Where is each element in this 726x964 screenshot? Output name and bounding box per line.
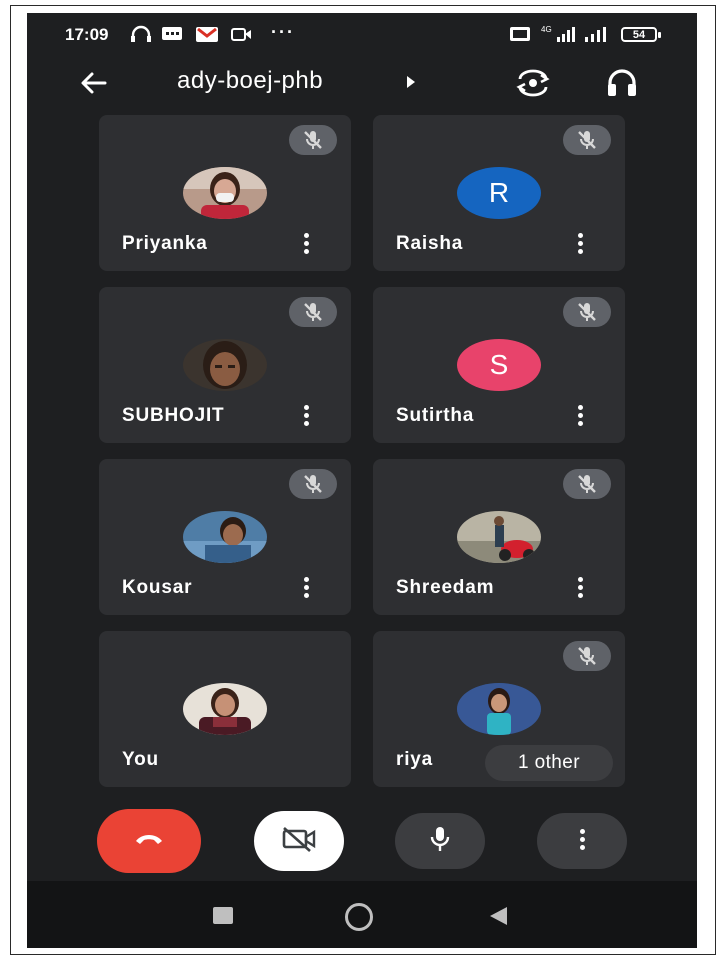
- participant-tile[interactable]: riya 1 other: [373, 631, 625, 787]
- participant-tile[interactable]: R Raisha: [373, 115, 625, 271]
- avatar: [457, 683, 541, 735]
- signal-4g-icon: 4G: [539, 25, 577, 43]
- mic-off-icon: [563, 125, 611, 155]
- status-bar: 17:09 ··· 4G 54: [27, 13, 697, 55]
- status-time: 17:09: [65, 25, 109, 44]
- participant-tile[interactable]: SUBHOJIT: [99, 287, 351, 443]
- more-vert-icon[interactable]: [301, 233, 311, 257]
- switch-camera-icon[interactable]: [515, 65, 551, 101]
- back-arrow-icon[interactable]: [77, 66, 111, 100]
- home-circle-icon[interactable]: [345, 903, 373, 931]
- participant-tile[interactable]: Shreedam: [373, 459, 625, 615]
- phone-screen: 17:09 ··· 4G 54 ady-boej-phb Priyanka R …: [27, 13, 697, 948]
- recents-square-icon[interactable]: [213, 907, 233, 924]
- more-dots: ···: [271, 22, 295, 42]
- avatar-initial: R: [457, 167, 541, 219]
- end-call-button[interactable]: [97, 809, 201, 873]
- participant-tile[interactable]: Priyanka: [99, 115, 351, 271]
- mic-icon: [428, 825, 452, 858]
- mic-off-icon: [563, 469, 611, 499]
- participant-name: You: [122, 749, 159, 770]
- gmail-icon: [195, 25, 219, 43]
- participant-tile[interactable]: S Sutirtha: [373, 287, 625, 443]
- mic-button[interactable]: [395, 813, 485, 869]
- mic-off-icon: [289, 125, 337, 155]
- participant-name: riya: [396, 749, 434, 770]
- participant-name: Raisha: [396, 233, 464, 254]
- participant-name: Sutirtha: [396, 405, 475, 426]
- end-call-icon: [134, 831, 164, 852]
- participant-name: Kousar: [122, 577, 193, 598]
- video-icon: [230, 25, 254, 43]
- more-vert-icon[interactable]: [575, 405, 585, 429]
- meeting-code[interactable]: ady-boej-phb: [177, 67, 323, 95]
- avatar: [457, 511, 541, 563]
- avatar: [183, 511, 267, 563]
- signal-icon: [582, 25, 612, 43]
- more-vert-icon[interactable]: [301, 405, 311, 429]
- navigation-bar: [27, 881, 697, 948]
- camera-off-icon: [280, 825, 318, 858]
- avatar: [183, 167, 267, 219]
- more-vert-icon[interactable]: [301, 577, 311, 601]
- mic-off-icon: [563, 297, 611, 327]
- battery-icon: 54: [621, 27, 661, 42]
- participant-name: SUBHOJIT: [122, 405, 225, 426]
- self-tile[interactable]: You: [99, 631, 351, 787]
- meeting-header: ady-boej-phb: [27, 59, 697, 109]
- svg-text:4G: 4G: [541, 25, 552, 34]
- avatar-initial: S: [457, 339, 541, 391]
- camera-toggle-button[interactable]: [254, 811, 344, 871]
- more-vert-icon[interactable]: [575, 233, 585, 257]
- more-vert-icon[interactable]: [575, 577, 585, 601]
- message-icon: [161, 25, 183, 43]
- volte-icon: [509, 25, 531, 43]
- headphones-icon[interactable]: [604, 65, 640, 101]
- headphones-icon: [130, 25, 152, 43]
- participant-tile[interactable]: Kousar: [99, 459, 351, 615]
- back-triangle-icon[interactable]: [487, 905, 509, 932]
- avatar: [183, 683, 267, 735]
- mic-off-icon: [289, 297, 337, 327]
- participant-name: Shreedam: [396, 577, 495, 598]
- more-options-button[interactable]: [537, 813, 627, 869]
- participant-name: Priyanka: [122, 233, 208, 254]
- caret-right-icon[interactable]: [405, 75, 417, 94]
- mic-off-icon: [563, 641, 611, 671]
- avatar: [183, 339, 267, 391]
- others-chip[interactable]: 1 other: [485, 745, 613, 781]
- mic-off-icon: [289, 469, 337, 499]
- more-vert-icon: [577, 829, 587, 853]
